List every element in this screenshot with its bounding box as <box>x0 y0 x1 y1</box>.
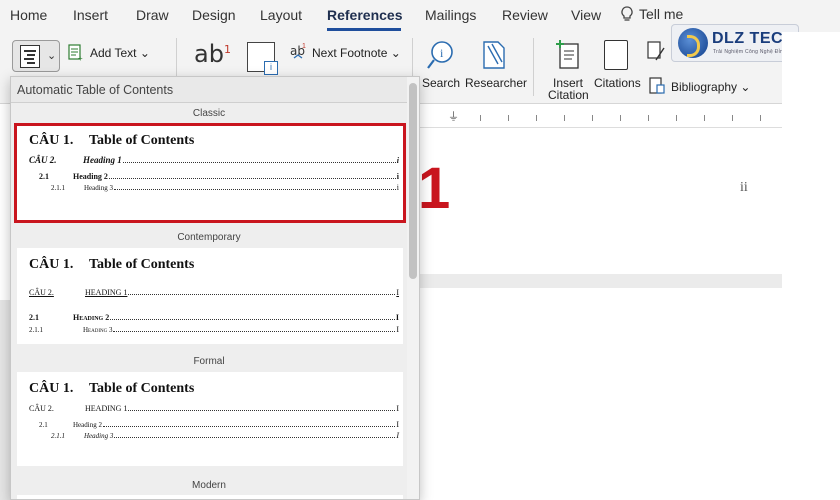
tell-me-search[interactable]: Tell me <box>621 6 683 22</box>
active-tab-indicator <box>327 28 401 31</box>
search-icon: i <box>427 41 453 69</box>
search-button[interactable]: Search <box>422 76 460 90</box>
researcher-button[interactable]: Researcher <box>465 76 527 90</box>
toc-entry-level-2: 2.1 Heading 2I <box>39 420 399 429</box>
tab-view[interactable]: View <box>571 7 601 23</box>
tab-home[interactable]: Home <box>10 7 47 23</box>
citations-button[interactable]: Citations <box>594 76 641 90</box>
section-label-contemporary: Contemporary <box>177 232 241 243</box>
section-label-classic: Classic <box>192 108 226 119</box>
toc-entry-level-3: 2.1.1 Heading 3I <box>29 325 399 334</box>
toc-entry-level-1: CÂU 2. Heading 1i <box>29 155 399 165</box>
insert-footnote-button[interactable]: ab1 <box>194 40 231 68</box>
bibliography-button[interactable]: Bibliography ⌄ <box>671 80 750 94</box>
footnote-glyph: ab <box>194 40 224 68</box>
endnote-icon: i <box>264 61 278 75</box>
toc-entry-level-1: CÂU 2. HEADING 1I <box>29 404 399 413</box>
scrollbar-thumb[interactable] <box>409 83 417 279</box>
toc-style-formal[interactable]: CÂU 1. Table of Contents CÂU 2. HEADING 1I… <box>17 372 403 466</box>
next-footnote-label: Next Footnote <box>312 46 388 60</box>
indent-marker-icon[interactable]: ⏚ <box>448 108 459 124</box>
tab-references[interactable]: References <box>327 7 403 23</box>
tab-mailings[interactable]: Mailings <box>425 7 476 23</box>
footnote-sup: 1 <box>223 43 231 56</box>
toc-entry-level-3: 2.1.1 Heading 3i <box>51 183 399 192</box>
add-text-icon: + <box>68 44 83 62</box>
toc-heading: CÂU 1. Table of Contents <box>29 257 195 272</box>
step-annotation: 1 <box>418 156 451 221</box>
chevron-down-icon: ⌄ <box>47 50 57 62</box>
toc-entry-level-3: 2.1.1 Heading 3I <box>51 431 399 440</box>
add-text-button[interactable]: Add Text ⌄ <box>90 46 150 60</box>
toc-document-icon <box>20 45 40 68</box>
tab-review[interactable]: Review <box>502 7 548 23</box>
toc-heading: CÂU 1. Table of Contents <box>29 381 195 396</box>
toc-gallery-dropdown: Automatic Table of Contents Classic CÂU … <box>10 76 420 500</box>
citations-icon <box>604 40 628 70</box>
tab-layout[interactable]: Layout <box>260 7 302 23</box>
toc-entry-level-2: 2.1 Heading 2i <box>39 172 399 181</box>
ribbon-separator <box>533 38 534 96</box>
toc-entry-level-2: 2.1 Heading 2I <box>29 313 399 322</box>
insert-citation-label-2[interactable]: Citation <box>548 88 589 102</box>
section-label-formal: Formal <box>193 356 225 367</box>
document-page[interactable] <box>420 128 782 274</box>
svg-text:+: + <box>78 54 83 62</box>
toc-style-contemporary[interactable]: CÂU 1. Table of Contents CÂU 2. HEADING 1I… <box>17 248 403 344</box>
page-number: ii <box>740 180 748 195</box>
tab-insert[interactable]: Insert <box>73 7 108 23</box>
section-label-modern: Modern <box>192 480 226 491</box>
dlz-logo-mark <box>678 28 708 58</box>
bibliography-label: Bibliography <box>671 80 738 94</box>
bibliography-icon <box>649 77 665 94</box>
add-text-label: Add Text <box>90 46 137 60</box>
next-footnote-button[interactable]: Next Footnote ⌄ <box>312 46 401 60</box>
toc-entry-level-1: CÂU 2. HEADING 1I <box>29 288 399 297</box>
svg-text:1: 1 <box>302 43 306 50</box>
insert-endnote-button[interactable]: i <box>247 42 278 75</box>
lightbulb-icon <box>621 6 633 21</box>
horizontal-ruler[interactable]: ⏚ <box>420 106 782 128</box>
tell-me-label: Tell me <box>639 6 684 22</box>
dlz-tech-logo: DLZ TECH Trải Nghiệm Công Nghệ Đỉnh Cao <box>672 25 798 61</box>
next-footnote-icon: ab1 <box>290 43 306 59</box>
gallery-header: Automatic Table of Contents <box>11 77 409 103</box>
toc-style-classic[interactable]: CÂU 1. Table of Contents CÂU 2. Heading 1i… <box>14 123 406 223</box>
researcher-icon <box>483 41 505 69</box>
insert-citation-icon <box>556 40 579 69</box>
manage-sources-icon <box>647 41 665 61</box>
toc-style-modern[interactable] <box>17 495 403 499</box>
gallery-scrollbar[interactable] <box>407 77 419 499</box>
tab-draw[interactable]: Draw <box>136 7 169 23</box>
tab-design[interactable]: Design <box>192 7 236 23</box>
toc-heading: CÂU 1. Table of Contents <box>29 133 195 148</box>
window-right-area <box>782 32 840 500</box>
table-of-contents-button[interactable]: ⌄ <box>12 40 60 72</box>
document-page-next[interactable] <box>420 288 782 500</box>
